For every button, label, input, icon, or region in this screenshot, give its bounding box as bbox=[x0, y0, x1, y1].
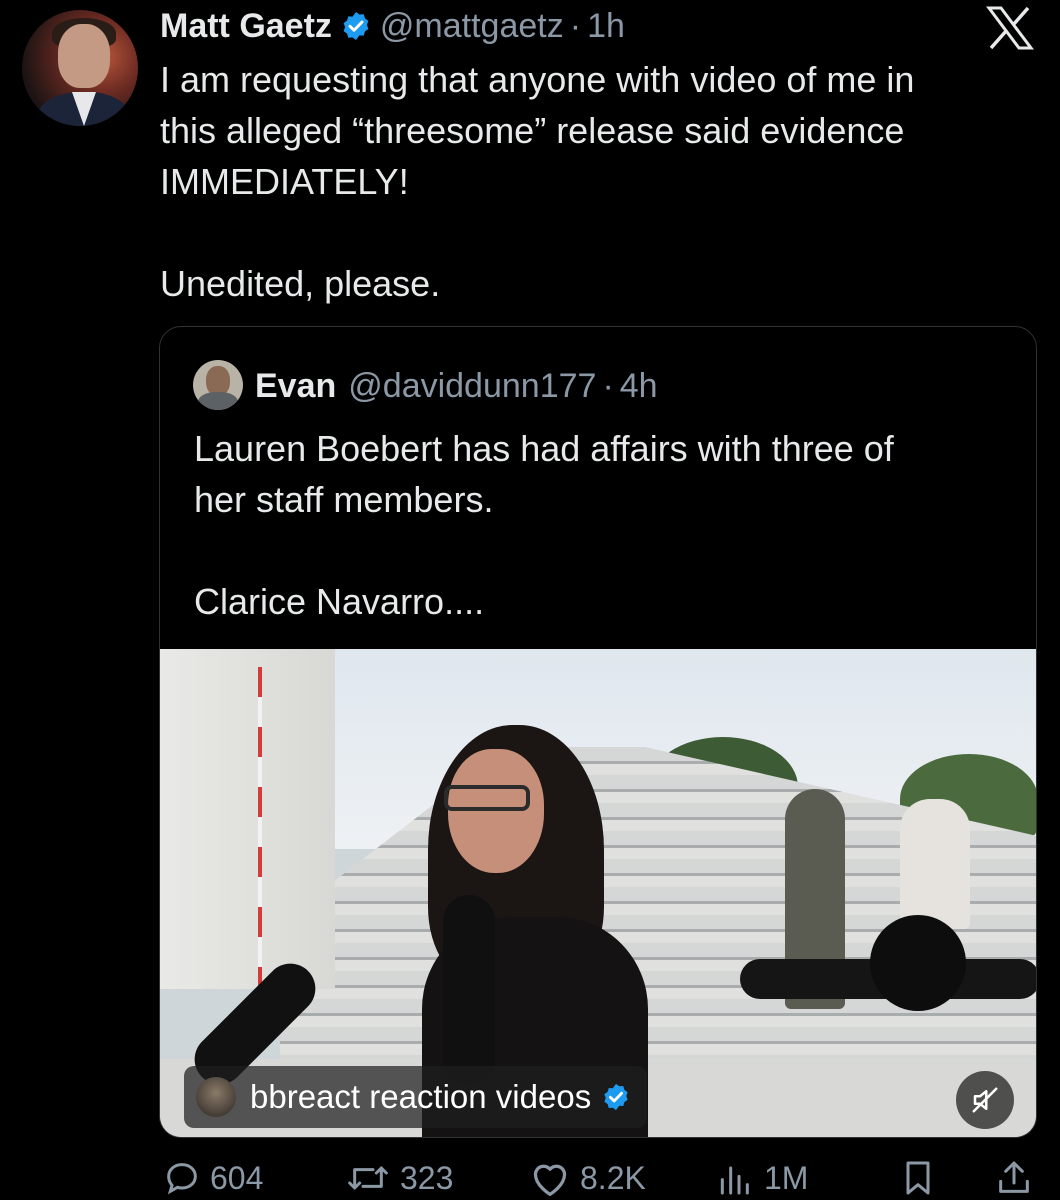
video-speaker-glasses bbox=[444, 785, 530, 811]
mute-toggle-button[interactable] bbox=[956, 1071, 1014, 1129]
reply-icon bbox=[167, 1163, 197, 1195]
video-speaker-face bbox=[448, 749, 544, 873]
views-count: 1M bbox=[764, 1159, 809, 1196]
video-bystander bbox=[900, 799, 970, 929]
muted-speaker-icon bbox=[972, 1087, 998, 1113]
quoted-tweet-text: Lauren Boebert has had affairs with thre… bbox=[194, 428, 894, 622]
video-player[interactable]: bbreact reaction videos bbox=[160, 649, 1036, 1137]
quoted-author-handle[interactable]: @daviddunn177 bbox=[348, 367, 596, 406]
tweet-header: Matt Gaetz @mattgaetz · 1h bbox=[160, 2, 625, 50]
bookmark-button[interactable] bbox=[898, 1158, 946, 1198]
x-logo-icon bbox=[986, 6, 1034, 50]
quoted-author-name[interactable]: Evan bbox=[255, 367, 336, 406]
author-name[interactable]: Matt Gaetz bbox=[160, 7, 332, 46]
quoted-avatar-body bbox=[198, 392, 238, 410]
avatar-face bbox=[58, 24, 110, 88]
author-avatar[interactable] bbox=[22, 10, 138, 126]
views-icon bbox=[720, 1166, 749, 1195]
channel-name: bbreact reaction videos bbox=[250, 1078, 592, 1115]
tweet-time[interactable]: 1h bbox=[587, 7, 625, 46]
quoted-tweet-card[interactable]: Evan @daviddunn177 · 4h Lauren Boebert h… bbox=[159, 326, 1037, 1138]
like-button[interactable]: 8.2K bbox=[528, 1158, 646, 1198]
quoted-author-avatar[interactable] bbox=[193, 360, 243, 410]
video-microphone-center bbox=[443, 895, 495, 1085]
video-microphone-right bbox=[870, 915, 966, 1011]
bookmark-icon bbox=[906, 1161, 930, 1195]
repost-button[interactable]: 323 bbox=[344, 1158, 453, 1198]
video-red-pole bbox=[258, 667, 262, 987]
channel-avatar bbox=[196, 1077, 236, 1117]
share-button[interactable] bbox=[994, 1158, 1042, 1198]
share-icon bbox=[999, 1161, 1029, 1193]
repost-icon bbox=[348, 1166, 388, 1190]
verified-badge-icon bbox=[604, 1083, 628, 1111]
tweet-action-bar: 604 323 8.2K 1M bbox=[0, 1158, 1060, 1200]
repost-count: 323 bbox=[400, 1159, 454, 1196]
quoted-time-separator: · bbox=[602, 366, 614, 405]
video-building bbox=[160, 649, 335, 989]
author-handle[interactable]: @mattgaetz bbox=[380, 7, 564, 46]
quoted-tweet-time[interactable]: 4h bbox=[620, 367, 658, 406]
like-count: 8.2K bbox=[580, 1159, 646, 1196]
reply-button[interactable]: 604 bbox=[162, 1158, 263, 1198]
verified-badge-icon bbox=[343, 12, 369, 40]
views-button[interactable]: 1M bbox=[712, 1158, 808, 1198]
quoted-tweet-header: Evan @daviddunn177 · 4h bbox=[255, 361, 658, 411]
time-separator: · bbox=[569, 6, 582, 45]
heart-icon bbox=[533, 1164, 567, 1196]
video-channel-tag[interactable]: bbreact reaction videos bbox=[184, 1066, 648, 1128]
tweet-text: I am requesting that anyone with video o… bbox=[160, 59, 915, 304]
reply-count: 604 bbox=[210, 1159, 264, 1196]
